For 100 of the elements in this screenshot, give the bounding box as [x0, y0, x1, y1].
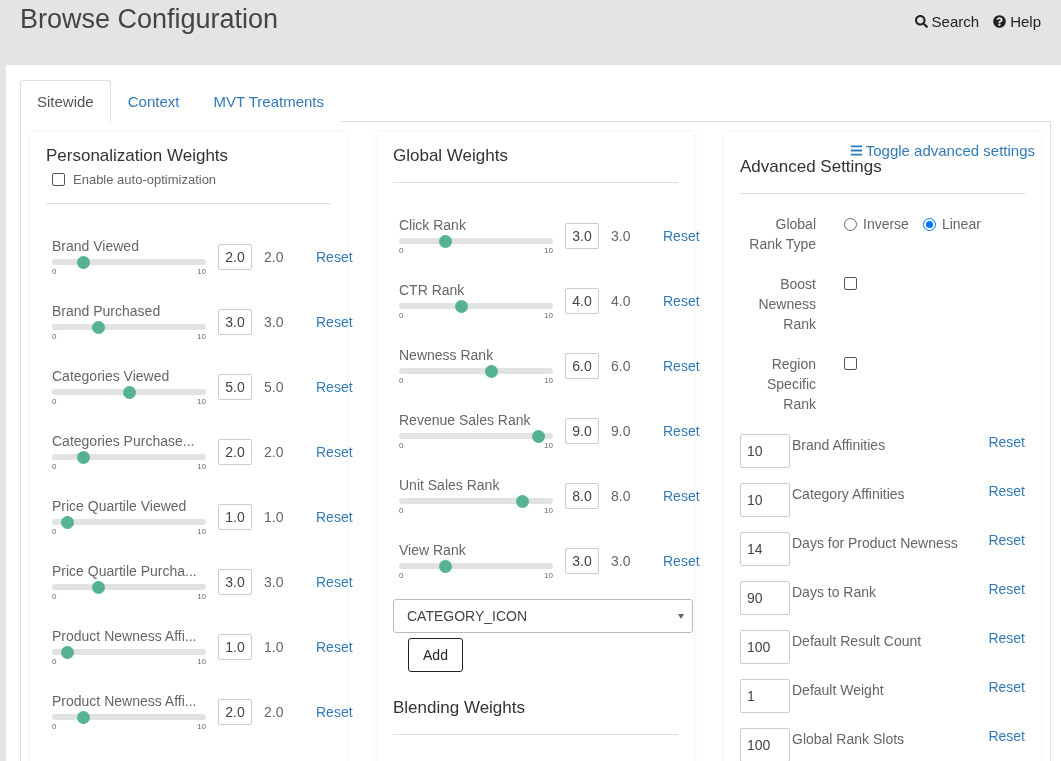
field-label: Default Result Count: [792, 632, 923, 651]
tick-label: 0: [399, 505, 404, 515]
weight-input[interactable]: 3.0: [565, 222, 599, 249]
reset-link[interactable]: Reset: [316, 508, 353, 525]
slider-label: Brand Purchased: [52, 302, 162, 319]
reset-link[interactable]: Reset: [663, 292, 700, 309]
checkbox[interactable]: [844, 357, 857, 370]
tab[interactable]: Sitewide: [20, 80, 111, 122]
weight-input[interactable]: 6.0: [565, 352, 599, 379]
number-input[interactable]: 10: [740, 434, 790, 468]
weight-input[interactable]: 5.0: [218, 373, 252, 400]
weight-value: 8.0: [611, 487, 632, 504]
tick-label: 10: [544, 570, 553, 580]
tick-label: 10: [197, 656, 206, 666]
field-label: Global Rank Slots: [792, 730, 906, 749]
reset-link[interactable]: Reset: [316, 378, 353, 395]
slider-thumb[interactable]: [454, 299, 468, 313]
number-input[interactable]: 10: [740, 483, 790, 517]
weight-input[interactable]: 3.0: [565, 547, 599, 574]
weight-input[interactable]: 2.0: [218, 698, 252, 725]
field-label: Global Rank Type: [748, 215, 816, 254]
slider-thumb[interactable]: [76, 450, 90, 464]
reset-link[interactable]: Reset: [316, 443, 353, 460]
reset-link[interactable]: Reset: [663, 357, 700, 374]
slider-thumb[interactable]: [485, 364, 499, 378]
number-input[interactable]: 100: [740, 728, 790, 761]
number-input[interactable]: 14: [740, 532, 790, 566]
page-title: Browse Configuration: [20, 4, 279, 35]
slider-thumb[interactable]: [76, 255, 90, 269]
slider-thumb[interactable]: [123, 385, 136, 399]
reset-link[interactable]: Reset: [988, 483, 1025, 517]
weight-input[interactable]: 9.0: [565, 417, 599, 444]
number-input[interactable]: 1: [740, 679, 790, 713]
tick-label: 10: [197, 526, 206, 536]
add-button[interactable]: Add: [408, 638, 463, 672]
toggle-link[interactable]: Toggle advanced settings: [740, 142, 1035, 159]
tick-label: 10: [197, 721, 206, 731]
weight-value: 3.0: [611, 552, 632, 569]
weight-value: 3.0: [264, 573, 285, 590]
tick-label: 10: [197, 461, 206, 471]
slider-thumb[interactable]: [439, 559, 453, 573]
slider-thumb[interactable]: [439, 234, 453, 248]
weight-input[interactable]: 4.0: [565, 287, 599, 314]
weight-value: 2.0: [264, 248, 285, 265]
reset-link[interactable]: Reset: [663, 487, 700, 504]
search-link[interactable]: Search: [914, 13, 980, 30]
slider-thumb[interactable]: [92, 580, 106, 594]
reset-link[interactable]: Reset: [988, 728, 1025, 761]
checkbox[interactable]: [844, 277, 857, 290]
reset-link[interactable]: Reset: [316, 313, 353, 330]
reset-link[interactable]: Reset: [988, 581, 1025, 615]
tick-label: 10: [197, 331, 206, 341]
field-label: Boost Newness Rank: [757, 275, 816, 334]
tick-label: 10: [544, 310, 553, 320]
slider-thumb[interactable]: [76, 710, 90, 724]
reset-link[interactable]: Reset: [988, 630, 1025, 664]
weight-input[interactable]: 8.0: [565, 482, 599, 509]
reset-link[interactable]: Reset: [988, 679, 1025, 713]
slider-thumb[interactable]: [61, 645, 75, 659]
weight-value: 2.0: [264, 443, 285, 460]
number-input[interactable]: 100: [740, 630, 790, 664]
tick-label: 0: [52, 266, 57, 276]
weight-input[interactable]: 2.0: [218, 243, 252, 270]
reset-link[interactable]: Reset: [316, 248, 353, 265]
slider-thumb[interactable]: [516, 494, 530, 508]
tick-label: 10: [544, 375, 553, 385]
tick-label: 10: [197, 266, 206, 276]
reset-link[interactable]: Reset: [663, 422, 700, 439]
slider-thumb[interactable]: [61, 515, 75, 529]
tick-label: 0: [52, 591, 57, 601]
field-label: Days for Product Newness: [792, 534, 959, 553]
weight-input[interactable]: 1.0: [218, 633, 252, 660]
tick-label: 0: [52, 396, 57, 406]
weight-value: 2.0: [264, 703, 285, 720]
weight-value: 9.0: [611, 422, 632, 439]
slider-label: View Rank: [399, 541, 467, 558]
reset-link[interactable]: Reset: [988, 532, 1025, 566]
slider-label: Product Newness Affi...: [52, 692, 198, 709]
help-link[interactable]: Help: [993, 13, 1041, 30]
slider-thumb[interactable]: [531, 429, 545, 443]
tick-label: 0: [52, 526, 57, 536]
number-input[interactable]: 90: [740, 581, 790, 615]
slider-label: Unit Sales Rank: [399, 476, 501, 493]
slider-thumb[interactable]: [92, 320, 106, 334]
reset-link[interactable]: Reset: [663, 552, 700, 569]
dropdown[interactable]: CATEGORY_ICON: [393, 599, 693, 633]
weight-input[interactable]: 2.0: [218, 438, 252, 465]
checkbox[interactable]: [52, 173, 65, 186]
reset-link[interactable]: Reset: [316, 638, 353, 655]
weight-input[interactable]: 3.0: [218, 568, 252, 595]
tick-label: 0: [52, 331, 57, 341]
reset-link[interactable]: Reset: [663, 227, 700, 244]
weight-input[interactable]: 3.0: [218, 308, 252, 335]
weight-value: 3.0: [611, 227, 632, 244]
tick-label: 10: [544, 505, 553, 515]
reset-link[interactable]: Reset: [988, 434, 1025, 468]
reset-link[interactable]: Reset: [316, 703, 353, 720]
weight-input[interactable]: 1.0: [218, 503, 252, 530]
reset-link[interactable]: Reset: [316, 573, 353, 590]
section-title: Personalization Weights: [46, 146, 230, 166]
